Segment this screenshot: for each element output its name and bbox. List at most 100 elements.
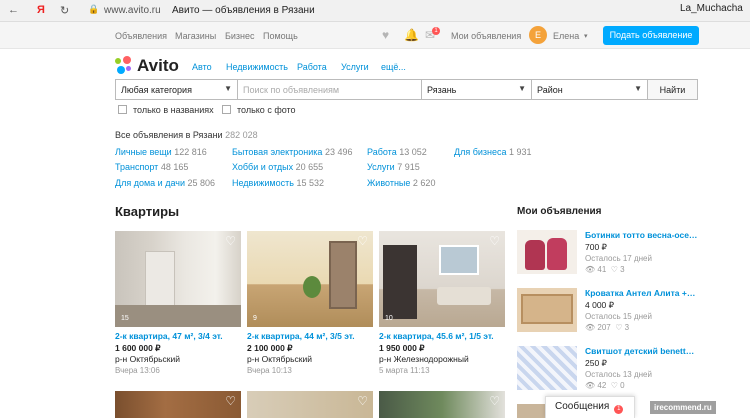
photo-count: 10: [385, 315, 393, 322]
user-name[interactable]: Елена: [553, 31, 579, 41]
likes-count: 3: [620, 265, 625, 274]
favorite-heart-icon[interactable]: ♡: [357, 234, 368, 248]
total-label: Все объявления в Рязани: [115, 130, 223, 140]
category-link[interactable]: Услуги 7 915: [367, 162, 420, 172]
browser-bar: ← Я ↻ 🔒 www.avito.ru Авито — объявления …: [0, 0, 750, 22]
logo-text: Avito: [137, 56, 179, 75]
nav-link-business[interactable]: Бизнес: [225, 31, 255, 41]
favorite-heart-icon[interactable]: ♡: [357, 394, 368, 408]
chevron-down-icon: ▼: [224, 84, 232, 93]
my-ad-price: 700 ₽: [585, 242, 607, 252]
district-select-value: Район: [537, 85, 563, 95]
category-link[interactable]: Бытовая электроника 23 496: [232, 147, 352, 157]
checkbox-box: [222, 105, 231, 114]
catnav-realty[interactable]: Недвижимость: [226, 62, 288, 72]
eye-icon: 👁: [585, 381, 596, 390]
catnav-auto[interactable]: Авто: [192, 62, 212, 72]
my-ad-title[interactable]: Свитшот детский benett…: [585, 346, 701, 356]
photo-count: 15: [121, 315, 129, 322]
search-button[interactable]: Найти: [647, 79, 698, 100]
category-link[interactable]: Недвижимость 15 532: [232, 178, 324, 188]
my-ad-photo[interactable]: [517, 288, 577, 332]
yandex-icon[interactable]: Я: [37, 4, 45, 16]
my-ads-title: Мои объявления: [517, 206, 602, 217]
eye-icon: 👁: [585, 323, 596, 332]
listing-location: р-н Железнодорожный: [379, 354, 469, 364]
messages-widget[interactable]: Сообщения 1: [545, 396, 635, 418]
listing-photo[interactable]: ♡: [379, 391, 505, 418]
avatar[interactable]: Е: [529, 26, 547, 44]
nav-link-ads[interactable]: Объявления: [115, 31, 167, 41]
my-ad-photo[interactable]: [517, 346, 577, 390]
messages-label: Сообщения: [555, 401, 610, 412]
my-ad-title[interactable]: Ботинки тотто весна-осе…: [585, 230, 701, 240]
my-ad-item[interactable]: Свитшот детский benett… 250 ₽ Осталось 1…: [517, 346, 707, 396]
listing-photo[interactable]: ♡ 15: [115, 231, 241, 327]
my-ad-photo[interactable]: [517, 230, 577, 274]
district-select[interactable]: Район ▼: [531, 79, 648, 100]
catnav-services[interactable]: Услуги: [341, 62, 369, 72]
browser-user: La_Muchacha: [680, 3, 743, 14]
listing-card[interactable]: ♡ 15 2-к квартира, 47 м², 3/4 эт. 1 600 …: [115, 231, 243, 375]
my-ad-price: 4 000 ₽: [585, 300, 615, 310]
listing-title[interactable]: 2-к квартира, 44 м², 3/5 эт.: [247, 331, 355, 341]
bell-icon[interactable]: 🔔: [404, 28, 419, 42]
url-text[interactable]: www.avito.ru: [104, 5, 161, 16]
my-ads-link[interactable]: Мои объявления: [451, 31, 521, 41]
listing-photo[interactable]: ♡ 10: [379, 231, 505, 327]
listing-card[interactable]: ♡ 9 2-к квартира, 44 м², 3/5 эт. 2 100 0…: [247, 231, 375, 375]
search-input[interactable]: Поиск по объявлениям: [237, 79, 422, 100]
city-select[interactable]: Рязань ▼: [421, 79, 532, 100]
category-link[interactable]: Для дома и дачи 25 806: [115, 178, 215, 188]
chevron-down-icon[interactable]: ▾: [584, 32, 588, 40]
total-number: 282 028: [225, 130, 258, 140]
category-link[interactable]: Для бизнеса 1 931: [454, 147, 532, 157]
my-ad-days-left: Осталось 13 дней: [585, 370, 652, 379]
only-titles-checkbox[interactable]: только в названиях: [118, 105, 214, 115]
back-icon[interactable]: ←: [8, 4, 19, 16]
listing-photo[interactable]: ♡: [247, 391, 373, 418]
reload-icon[interactable]: ↻: [60, 4, 69, 17]
chevron-down-icon: ▼: [634, 84, 642, 93]
heart-icon[interactable]: ♥: [382, 28, 389, 42]
heart-icon: ♡: [610, 381, 618, 390]
only-photo-checkbox[interactable]: только с фото: [222, 105, 296, 115]
watermark: irecommend.ru: [650, 401, 716, 414]
catnav-jobs[interactable]: Работа: [297, 62, 327, 72]
my-ad-days-left: Осталось 15 дней: [585, 312, 652, 321]
listing-photo[interactable]: ♡: [115, 391, 241, 418]
category-link[interactable]: Хобби и отдых 20 655: [232, 162, 323, 172]
listing-title[interactable]: 2-к квартира, 47 м², 3/4 эт.: [115, 331, 223, 341]
listing-photo[interactable]: ♡ 9: [247, 231, 373, 327]
category-link[interactable]: Животные 2 620: [367, 178, 435, 188]
views-count: 42: [597, 381, 607, 390]
favorite-heart-icon[interactable]: ♡: [225, 234, 236, 248]
category-link[interactable]: Личные вещи 122 816: [115, 147, 207, 157]
favorite-heart-icon[interactable]: ♡: [225, 394, 236, 408]
listing-location: р-н Октябрьский: [115, 354, 181, 364]
listing-card[interactable]: ♡ 10 2-к квартира, 45.6 м², 1/5 эт. 1 95…: [379, 231, 507, 375]
search-button-label: Найти: [659, 85, 686, 95]
category-link[interactable]: Работа 13 052: [367, 147, 427, 157]
category-select[interactable]: Любая категория ▼: [115, 79, 238, 100]
my-ad-days-left: Осталось 17 дней: [585, 254, 652, 263]
post-ad-button[interactable]: Подать объявление: [603, 26, 699, 45]
lock-icon: 🔒: [88, 4, 100, 14]
listing-price: 1 600 000 ₽: [115, 343, 161, 353]
listing-title[interactable]: 2-к квартира, 45.6 м², 1/5 эт.: [379, 331, 494, 341]
message-badge: 1: [432, 27, 440, 35]
nav-link-help[interactable]: Помощь: [263, 31, 298, 41]
category-link[interactable]: Транспорт 48 165: [115, 162, 188, 172]
my-ad-stats: 👁 42 ♡ 0: [585, 381, 625, 390]
my-ad-title[interactable]: Кроватка Антел Алита +…: [585, 288, 701, 298]
total-count: Все объявления в Рязани 282 028: [115, 130, 258, 140]
my-ad-item[interactable]: Ботинки тотто весна-осе… 700 ₽ Осталось …: [517, 230, 707, 280]
favorite-heart-icon[interactable]: ♡: [489, 394, 500, 408]
search-placeholder: Поиск по объявлениям: [243, 85, 340, 95]
listing-price: 1 950 000 ₽: [379, 343, 425, 353]
likes-count: 3: [624, 323, 630, 332]
catnav-more[interactable]: ещё...: [381, 62, 406, 72]
favorite-heart-icon[interactable]: ♡: [489, 234, 500, 248]
nav-link-shops[interactable]: Магазины: [175, 31, 216, 41]
my-ad-item[interactable]: Кроватка Антел Алита +… 4 000 ₽ Осталось…: [517, 288, 707, 338]
